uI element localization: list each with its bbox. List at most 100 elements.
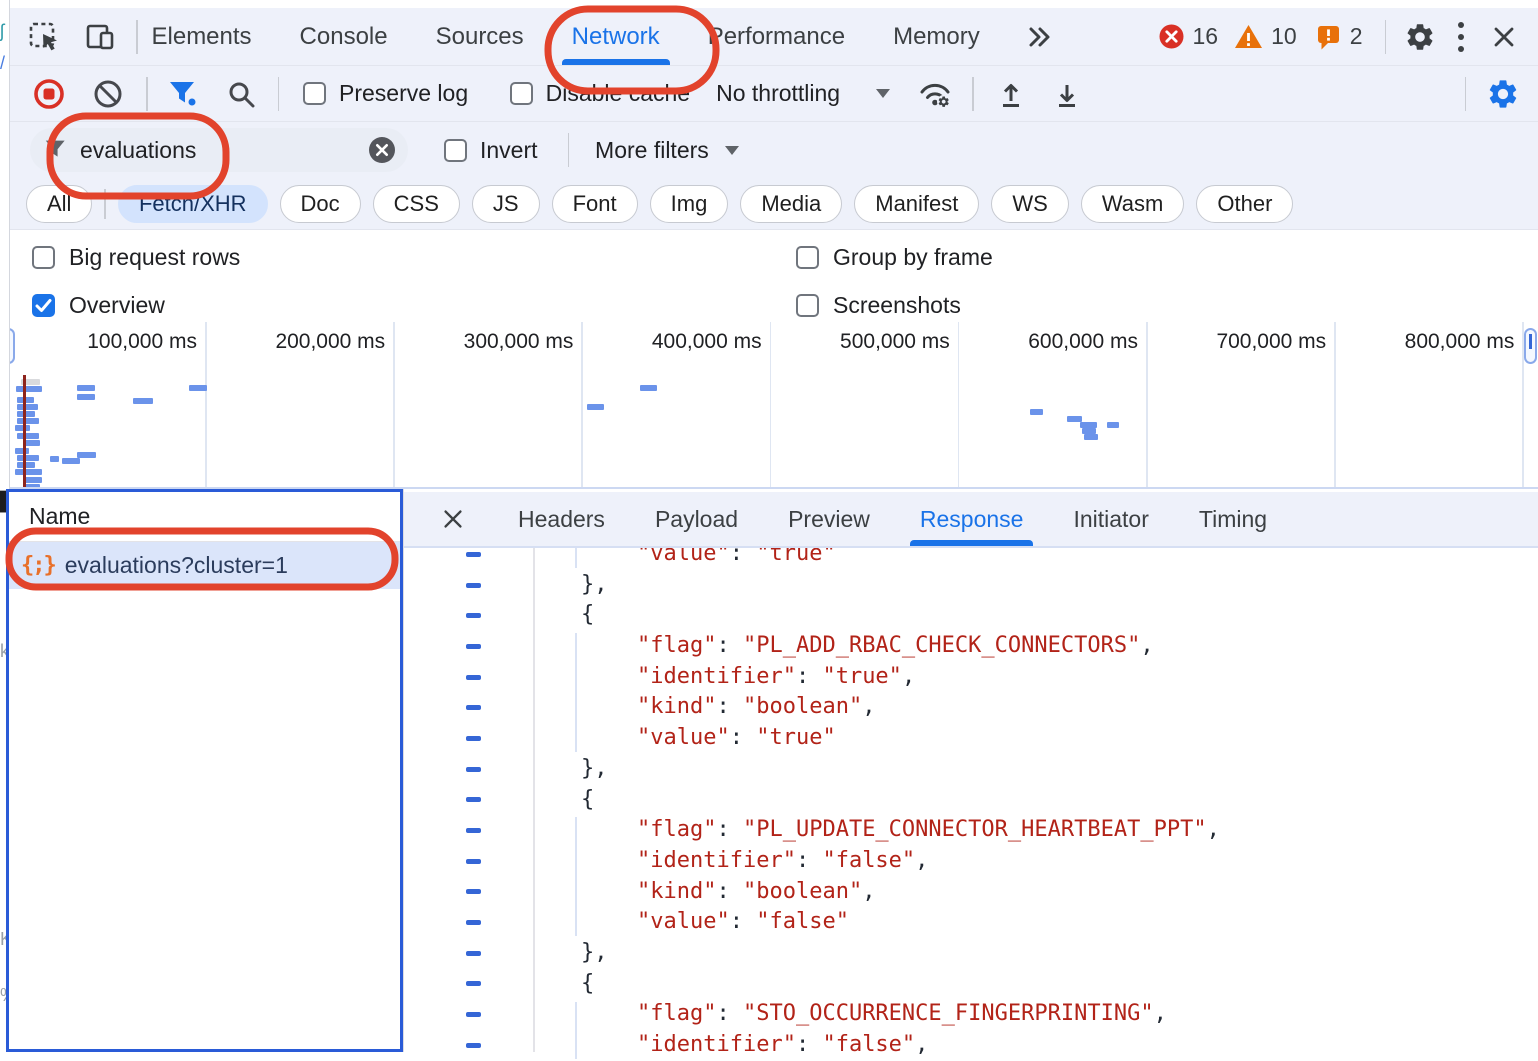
gutter-line-marker [466,705,481,710]
request-list-panel: Name {;} evaluations?cluster=1 [6,489,403,1052]
json-colon: : [796,1032,823,1057]
details-tab-headers[interactable]: Headers [516,492,607,546]
timeline-request-bar [17,433,39,439]
device-toolbar-icon[interactable] [82,19,118,55]
chip-wasm[interactable]: Wasm [1081,185,1185,223]
code-text: }, [581,938,608,969]
timeline-request-bar [1107,422,1119,428]
inspect-element-icon[interactable] [26,19,62,55]
chip-doc[interactable]: Doc [280,185,361,223]
network-conditions-icon[interactable] [918,79,952,109]
export-har-icon[interactable] [1052,79,1082,109]
filter-input[interactable]: evaluations [30,128,408,172]
close-devtools-icon[interactable] [1490,23,1518,51]
request-details-tabbar: Headers Payload Preview Response Initiator Ti… [404,492,1538,548]
overview-checkbox[interactable] [32,294,55,317]
import-har-icon[interactable] [996,79,1026,109]
json-string-value: "STO_OCCURRENCE_FINGERPRINTING" [743,1001,1154,1026]
response-code-viewer[interactable]: "value": "true"},{"flag": "PL_ADD_RBAC_C… [404,539,1538,1061]
invert-checkbox[interactable] [444,139,467,162]
chip-font[interactable]: Font [552,185,638,223]
code-text: { [581,600,594,631]
json-file-icon: {;} [21,553,55,578]
timeline-request-bar [1084,434,1098,440]
details-tab-initiator[interactable]: Initiator [1071,492,1150,546]
code-line: { [404,969,1538,1000]
tab-console[interactable]: Console [298,8,390,65]
tab-network[interactable]: Network [570,8,662,65]
clear-network-log-icon[interactable] [92,78,124,110]
network-toolbar: Preserve log Disable cache No throttling [10,66,1538,122]
code-line: { [404,600,1538,631]
more-tabs-icon[interactable] [1026,24,1052,50]
network-overview-timeline[interactable]: 100,000 ms200,000 ms300,000 ms400,000 ms… [0,320,1538,489]
json-colon: : [730,909,757,934]
chip-all[interactable]: All [26,185,92,223]
name-column-header[interactable]: Name [9,492,400,542]
clear-filter-icon[interactable] [368,136,396,164]
filter-funnel-icon[interactable] [168,80,198,108]
kebab-menu-icon[interactable] [1456,20,1466,54]
chip-other[interactable]: Other [1196,185,1293,223]
throttling-select[interactable]: No throttling [716,80,840,107]
request-type-chips: All Fetch/XHR Doc CSS JS Font Img Media Manifest… [10,178,1538,230]
network-settings-gear-icon[interactable] [1486,77,1520,111]
group-by-frame-label: Group by frame [833,244,993,271]
chip-ws[interactable]: WS [991,185,1068,223]
details-tab-payload[interactable]: Payload [653,492,740,546]
big-request-rows-checkbox[interactable] [32,246,55,269]
json-colon: : [796,664,823,689]
timeline-request-bar [62,458,80,464]
code-text: "identifier": "false", [637,1030,928,1061]
panel-tabs: Elements Console Sources Network Performance… [150,8,1052,65]
json-comma: , [1207,817,1220,842]
chip-img[interactable]: Img [650,185,729,223]
code-text: "flag": "PL_UPDATE_CONNECTOR_HEARTBEAT_P… [637,815,1220,846]
chip-media[interactable]: Media [740,185,842,223]
screenshots-label: Screenshots [833,292,961,319]
tab-sources[interactable]: Sources [434,8,526,65]
indent-guide [575,817,577,936]
json-key: "identifier" [637,848,796,873]
details-tab-response[interactable]: Response [918,492,1026,546]
code-text: }, [581,570,608,601]
timeline-right-handle[interactable] [1524,328,1537,364]
filter-input-value[interactable]: evaluations [80,137,368,164]
code-text: "flag": "PL_ADD_RBAC_CHECK_CONNECTORS", [637,631,1154,662]
preserve-log-checkbox[interactable] [303,82,326,105]
chip-js[interactable]: JS [472,185,540,223]
throttling-caret-icon[interactable] [876,89,890,98]
request-row-selected[interactable]: {;} evaluations?cluster=1 [9,542,400,589]
filter-text-funnel-icon [44,139,68,161]
timeline-load-event-line [23,375,26,489]
timeline-request-bar [17,455,39,461]
code-line: }, [404,938,1538,969]
json-comma: , [862,694,875,719]
issues-icon[interactable] [1315,23,1342,51]
details-tabs: Headers Payload Preview Response Initiator Ti… [516,492,1269,546]
chip-manifest[interactable]: Manifest [854,185,979,223]
gutter-line-marker [466,981,481,986]
details-tab-timing[interactable]: Timing [1197,492,1269,546]
gutter-line-marker [466,797,481,802]
group-by-frame-checkbox[interactable] [796,246,819,269]
close-details-icon[interactable] [440,506,466,532]
chip-fetch-xhr[interactable]: Fetch/XHR [118,185,268,223]
details-tab-preview[interactable]: Preview [786,492,872,546]
search-icon[interactable] [226,79,256,109]
record-network-log-icon[interactable] [32,77,66,111]
disable-cache-checkbox[interactable] [510,82,533,105]
console-warnings-icon[interactable] [1234,23,1263,50]
timeline-request-bar [16,386,42,392]
screenshots-checkbox[interactable] [796,294,819,317]
json-colon: : [716,1001,743,1026]
settings-gear-icon[interactable] [1404,21,1436,53]
more-filters-caret-icon[interactable] [725,146,739,155]
tab-elements[interactable]: Elements [150,8,254,65]
more-filters-button[interactable]: More filters [595,137,709,164]
tab-memory[interactable]: Memory [891,8,982,65]
console-errors-icon[interactable] [1158,23,1185,50]
tab-performance[interactable]: Performance [706,8,847,65]
json-colon: : [716,694,743,719]
chip-css[interactable]: CSS [373,185,460,223]
